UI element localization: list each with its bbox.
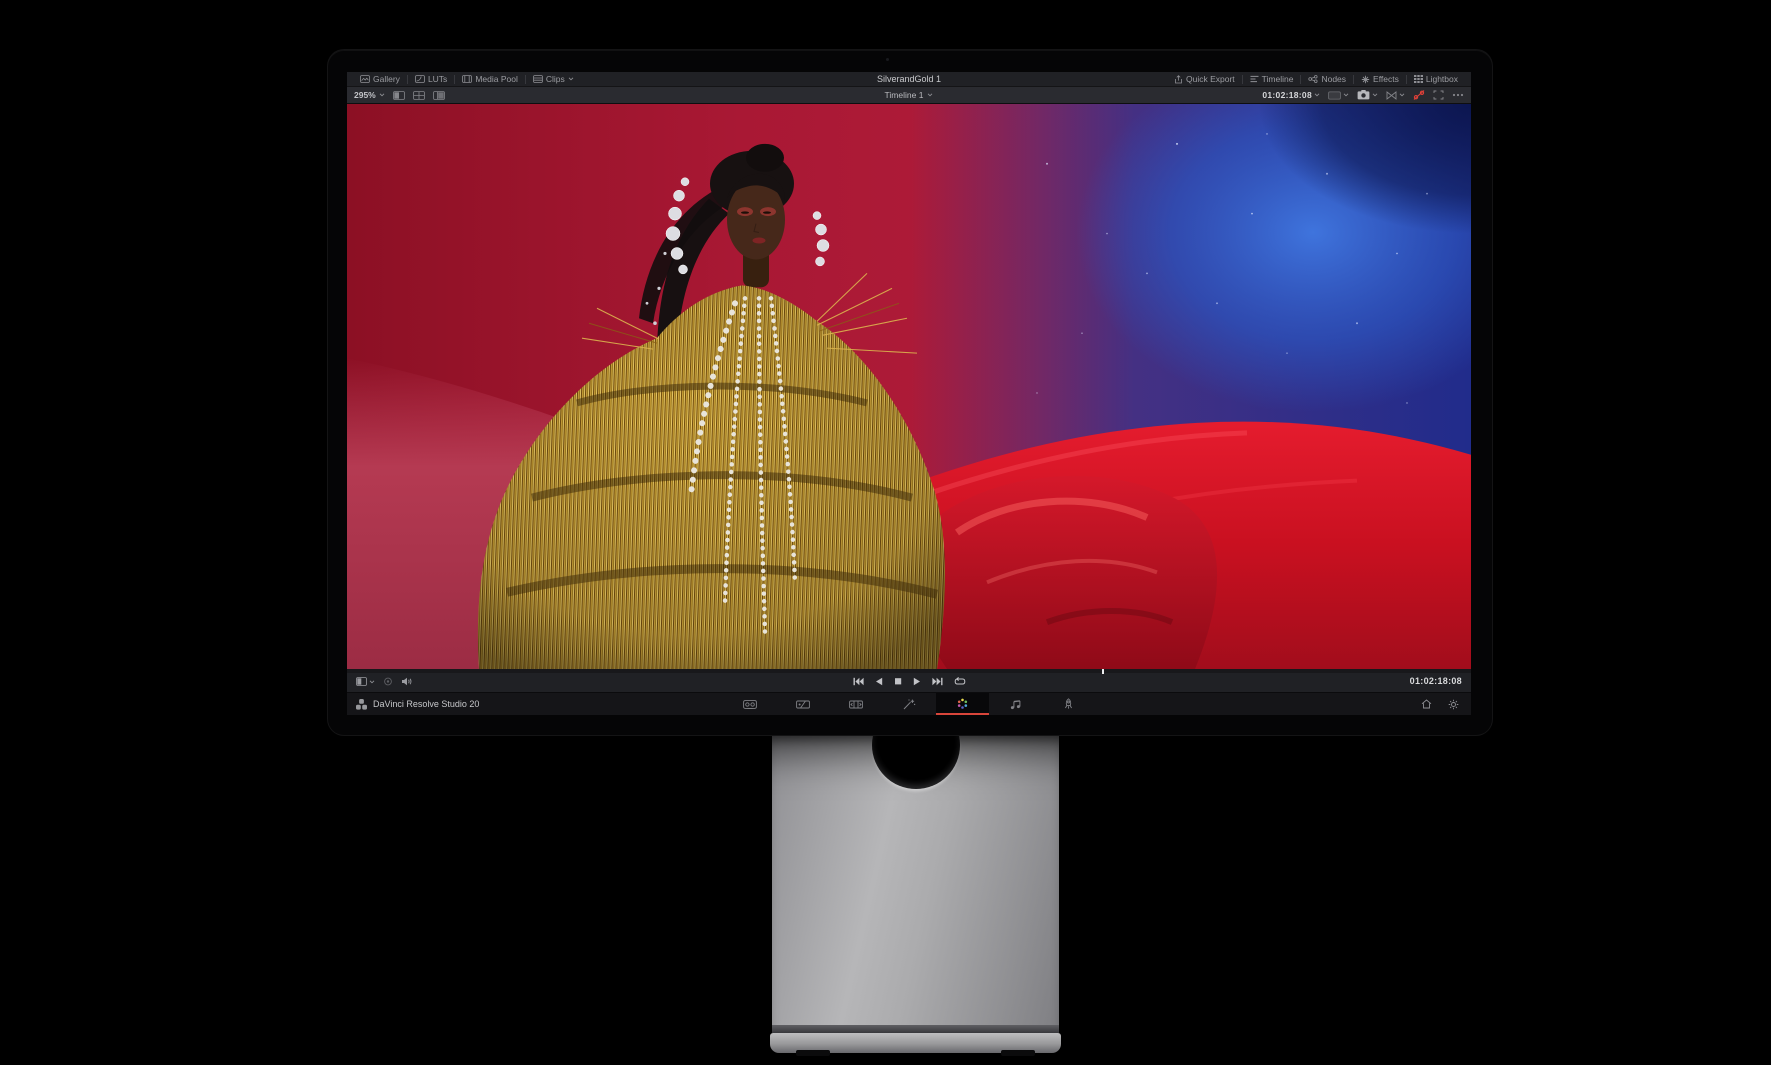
wipe-mode-icon bbox=[1386, 91, 1397, 100]
stand-foot-pad bbox=[1001, 1050, 1035, 1056]
deliver-page-icon bbox=[1062, 698, 1075, 710]
stand-foot-pad bbox=[796, 1050, 830, 1056]
desk-background: Gallery LUTs Media Pool Cl bbox=[0, 0, 1771, 1065]
enhanced-viewer-icon[interactable] bbox=[1433, 90, 1444, 100]
luts-label: LUTs bbox=[428, 74, 447, 84]
effects-icon bbox=[1361, 75, 1370, 84]
lightbox-button[interactable]: Lightbox bbox=[1407, 72, 1465, 87]
chevron-down-icon bbox=[1399, 93, 1405, 97]
viewer-mode-dropdown[interactable] bbox=[1328, 91, 1349, 100]
camera-dot bbox=[886, 58, 889, 61]
chevron-down-icon bbox=[379, 93, 385, 97]
quick-export-icon bbox=[1174, 75, 1183, 84]
luts-icon bbox=[415, 75, 425, 83]
clips-button[interactable]: Clips bbox=[526, 72, 581, 87]
gallery-icon bbox=[360, 75, 370, 83]
timeline-icon bbox=[1250, 75, 1259, 83]
first-frame-icon[interactable] bbox=[853, 677, 864, 686]
cut-page-icon bbox=[796, 699, 810, 710]
nodes-button[interactable]: Nodes bbox=[1301, 72, 1353, 87]
davinci-resolve-window: Gallery LUTs Media Pool Cl bbox=[347, 72, 1471, 715]
box-compare-icon[interactable] bbox=[433, 91, 445, 100]
viewer-zoom-dropdown[interactable]: 295% bbox=[354, 90, 385, 100]
edit-page-icon bbox=[849, 699, 863, 710]
effects-button[interactable]: Effects bbox=[1354, 72, 1406, 87]
monitor-stand-base bbox=[770, 1033, 1061, 1053]
color-page-icon bbox=[956, 698, 969, 710]
nodes-icon bbox=[1308, 75, 1318, 83]
stand-cable-hole bbox=[872, 735, 960, 789]
project-manager-icon[interactable] bbox=[1421, 699, 1432, 709]
quick-export-label: Quick Export bbox=[1186, 74, 1235, 84]
stop-icon[interactable] bbox=[894, 677, 902, 686]
page-tab-color[interactable] bbox=[936, 693, 989, 715]
clips-label: Clips bbox=[546, 74, 565, 84]
toolbar-right-group: Quick Export Timeline Nodes bbox=[1167, 72, 1465, 86]
play-reverse-icon[interactable] bbox=[875, 677, 883, 686]
gallery-label: Gallery bbox=[373, 74, 400, 84]
chevron-down-icon bbox=[927, 93, 933, 97]
page-tab-edit[interactable] bbox=[830, 693, 883, 715]
page-tab-cut[interactable] bbox=[777, 693, 830, 715]
transport-timecode: 01:02:18:08 bbox=[1410, 676, 1462, 686]
grab-still-icon bbox=[1357, 90, 1370, 100]
viewer-canvas[interactable] bbox=[347, 104, 1471, 669]
viewer-toolbar: 295% Timeline 1 01:02:18:08 bbox=[347, 87, 1471, 104]
grab-still-dropdown[interactable] bbox=[1357, 90, 1378, 100]
loop-icon[interactable] bbox=[954, 677, 966, 686]
luts-button[interactable]: LUTs bbox=[408, 72, 454, 87]
monitor-stand bbox=[772, 735, 1059, 1026]
toolbar-left-group: Gallery LUTs Media Pool Cl bbox=[353, 72, 581, 86]
transport-bar: 01:02:18:08 bbox=[347, 669, 1471, 693]
media-pool-button[interactable]: Media Pool bbox=[455, 72, 525, 87]
lightbox-label: Lightbox bbox=[1426, 74, 1458, 84]
timeline-button[interactable]: Timeline bbox=[1243, 72, 1301, 87]
chevron-down-icon bbox=[1372, 93, 1378, 97]
timeline-label: Timeline bbox=[1262, 74, 1294, 84]
fairlight-page-icon bbox=[1009, 699, 1022, 710]
wipe-mode-dropdown[interactable] bbox=[1386, 91, 1405, 100]
project-settings-icon[interactable] bbox=[1448, 699, 1459, 710]
gallery-button[interactable]: Gallery bbox=[353, 72, 407, 87]
page-tabs bbox=[347, 693, 1471, 715]
clips-icon bbox=[533, 75, 543, 83]
viewer-image bbox=[347, 104, 1471, 669]
split-screen-icon[interactable] bbox=[393, 91, 405, 100]
app-bar: DaVinci Resolve Studio 20 bbox=[347, 693, 1471, 715]
scrub-strip[interactable] bbox=[347, 669, 1471, 673]
fusion-page-icon bbox=[902, 699, 916, 710]
media-page-icon bbox=[743, 699, 757, 710]
page-tab-media[interactable] bbox=[724, 693, 777, 715]
page-tab-deliver[interactable] bbox=[1042, 693, 1095, 715]
quick-export-button[interactable]: Quick Export bbox=[1167, 72, 1242, 87]
grid-view-icon[interactable] bbox=[413, 91, 425, 100]
media-pool-icon bbox=[462, 75, 472, 83]
bypass-grades-icon[interactable] bbox=[1413, 90, 1425, 100]
page-tab-fusion[interactable] bbox=[883, 693, 936, 715]
viewer-mode-icon bbox=[1328, 91, 1341, 100]
timeline-name: Timeline 1 bbox=[885, 90, 924, 100]
viewer-timecode-dropdown[interactable]: 01:02:18:08 bbox=[1262, 90, 1320, 100]
studio-display: Gallery LUTs Media Pool Cl bbox=[328, 50, 1492, 735]
nodes-label: Nodes bbox=[1321, 74, 1346, 84]
lightbox-icon bbox=[1414, 75, 1423, 83]
options-menu-icon[interactable] bbox=[1452, 93, 1464, 97]
top-toolbar: Gallery LUTs Media Pool Cl bbox=[347, 72, 1471, 87]
chevron-down-icon bbox=[1343, 93, 1349, 97]
page-tab-fairlight[interactable] bbox=[989, 693, 1042, 715]
playhead[interactable] bbox=[1102, 669, 1104, 674]
last-frame-icon[interactable] bbox=[932, 677, 943, 686]
play-forward-icon[interactable] bbox=[913, 677, 921, 686]
chevron-down-icon bbox=[1314, 93, 1320, 97]
chevron-down-icon bbox=[568, 77, 574, 81]
stand-groove bbox=[772, 1025, 1059, 1033]
effects-label: Effects bbox=[1373, 74, 1399, 84]
viewer-zoom-value: 295% bbox=[354, 90, 376, 100]
viewer-timecode: 01:02:18:08 bbox=[1262, 90, 1312, 100]
media-pool-label: Media Pool bbox=[475, 74, 518, 84]
